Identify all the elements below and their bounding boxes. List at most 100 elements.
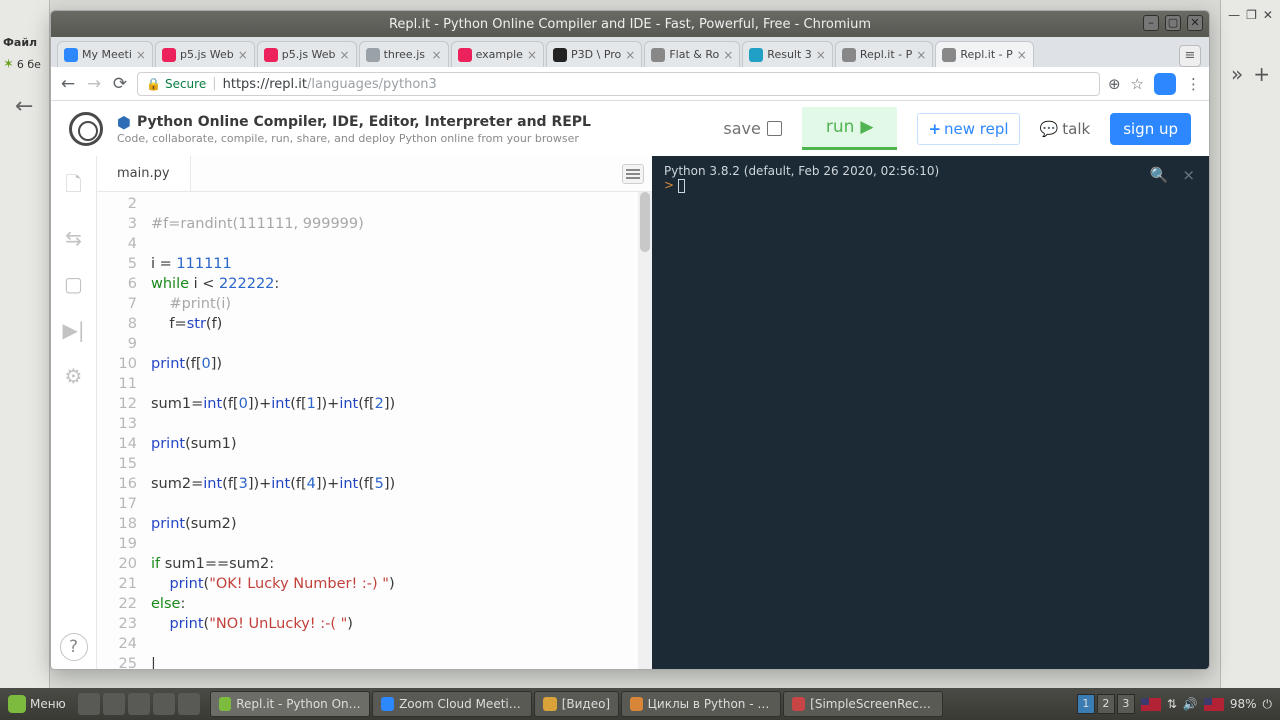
kebab-menu-icon[interactable]: ⋮ <box>1186 75 1201 93</box>
window-min-button[interactable]: – <box>1143 15 1159 31</box>
nav-back-icon[interactable]: ← <box>59 74 77 94</box>
file-tab-main[interactable]: main.py <box>97 156 191 191</box>
code-editor[interactable]: 2345678910111213141516171819202122232425… <box>97 192 652 669</box>
bg-plus-icon[interactable]: + <box>1253 62 1270 86</box>
files-icon[interactable]: 🗋 <box>65 170 81 204</box>
window-close-button[interactable]: ✕ <box>1187 15 1203 31</box>
code-line[interactable]: #f=randint(111111, 999999) <box>151 214 652 234</box>
keyboard-layout-icon[interactable] <box>1141 698 1161 711</box>
talk-link[interactable]: 💬talk <box>1040 120 1091 138</box>
volume-icon[interactable]: 🔊 <box>1183 697 1198 711</box>
code-line[interactable]: print(f[0]) <box>151 354 652 374</box>
code-line[interactable]: i = 111111 <box>151 254 652 274</box>
settings-gear-icon[interactable]: ⚙ <box>65 364 83 388</box>
tab-overflow-icon[interactable]: ≡ <box>1179 45 1201 67</box>
console-search-icon[interactable]: 🔍 <box>1150 166 1169 184</box>
browser-tab[interactable]: Flat & Ro× <box>644 41 740 67</box>
browser-tab[interactable]: My Meeti× <box>57 41 153 67</box>
browser-tab[interactable]: P3D \ Pro× <box>546 41 642 67</box>
browser-tab[interactable]: example× <box>451 41 544 67</box>
workspace-button[interactable]: 2 <box>1097 694 1115 714</box>
window-max-button[interactable]: ▢ <box>1165 15 1181 31</box>
workspace-button[interactable]: 1 <box>1077 694 1095 714</box>
browser-tab[interactable]: p5.js Web× <box>155 41 255 67</box>
browser-tab[interactable]: three.js× <box>359 41 449 67</box>
editor-scrollbar[interactable] <box>638 192 652 669</box>
bg-back-arrow-icon[interactable]: ← <box>15 94 33 119</box>
code-line[interactable]: while i < 222222: <box>151 274 652 294</box>
taskbar-task[interactable]: [Видео] <box>534 691 619 717</box>
launcher-icon[interactable] <box>103 693 125 715</box>
bg-max-icon[interactable]: ❐ <box>1246 8 1257 22</box>
tab-close-icon[interactable]: × <box>723 48 733 62</box>
nav-reload-icon[interactable]: ⟳ <box>111 74 129 94</box>
share-icon[interactable]: ⇆ <box>65 226 82 250</box>
bg-tab-item[interactable]: ✶6 бе <box>0 53 49 76</box>
save-button[interactable]: save <box>723 119 781 138</box>
tab-close-icon[interactable]: × <box>136 48 146 62</box>
launcher-icon[interactable] <box>78 693 100 715</box>
browser-tab[interactable]: Result 3× <box>742 41 833 67</box>
code-line[interactable]: #print(i) <box>151 294 652 314</box>
address-bar[interactable]: 🔒 Secure | https://repl.it/languages/pyt… <box>137 72 1100 96</box>
taskbar-task[interactable]: Repl.it - Python Onlin… <box>210 691 370 717</box>
browser-tab[interactable]: p5.js Web× <box>257 41 357 67</box>
tab-close-icon[interactable]: × <box>432 48 442 62</box>
launcher-icon[interactable] <box>153 693 175 715</box>
tab-close-icon[interactable]: × <box>340 48 350 62</box>
replit-logo-icon[interactable] <box>69 112 103 146</box>
signup-button[interactable]: sign up <box>1110 113 1191 145</box>
tab-close-icon[interactable]: × <box>527 48 537 62</box>
code-line[interactable] <box>151 234 652 254</box>
window-titlebar[interactable]: Repl.it - Python Online Compiler and IDE… <box>51 11 1209 37</box>
bg-min-icon[interactable]: — <box>1228 8 1240 22</box>
help-button[interactable]: ? <box>60 633 88 661</box>
browser-tab[interactable]: Repl.it - P× <box>835 41 933 67</box>
tab-close-icon[interactable]: × <box>1017 48 1027 62</box>
power-icon[interactable]: ⏻ <box>1263 697 1273 712</box>
code-line[interactable] <box>151 494 652 514</box>
packages-icon[interactable]: ▢ <box>64 272 83 296</box>
code-line[interactable] <box>151 194 652 214</box>
code-line[interactable]: f=str(f) <box>151 314 652 334</box>
network-icon[interactable]: ⇅ <box>1167 697 1177 711</box>
new-repl-button[interactable]: + new repl <box>917 113 1019 145</box>
browser-tab[interactable]: Repl.it - P× <box>935 41 1033 67</box>
tab-close-icon[interactable]: × <box>816 48 826 62</box>
console-clear-icon[interactable]: ⨯ <box>1182 166 1195 184</box>
extension-icon[interactable] <box>1154 73 1176 95</box>
tab-close-icon[interactable]: × <box>238 48 248 62</box>
launcher-icon[interactable] <box>128 693 150 715</box>
editor-menu-icon[interactable] <box>622 164 644 184</box>
start-menu-button[interactable]: Меню <box>0 695 74 713</box>
code-line[interactable]: print(sum1) <box>151 434 652 454</box>
code-line[interactable]: else: <box>151 594 652 614</box>
run-button[interactable]: run▶ <box>802 107 898 150</box>
taskbar-task[interactable]: [SimpleScreenRecor… <box>783 691 943 717</box>
code-line[interactable]: sum2=int(f[3])+int(f[4])+int(f[5]) <box>151 474 652 494</box>
code-line[interactable] <box>151 374 652 394</box>
bookmark-star-icon[interactable]: ☆ <box>1131 75 1144 93</box>
code-line[interactable] <box>151 454 652 474</box>
tab-close-icon[interactable]: × <box>625 48 635 62</box>
code-line[interactable]: print(sum2) <box>151 514 652 534</box>
code-line[interactable]: | <box>151 654 652 669</box>
workspace-button[interactable]: 3 <box>1117 694 1135 714</box>
bg-chevron-icon[interactable]: » <box>1231 62 1243 86</box>
code-line[interactable] <box>151 534 652 554</box>
launcher-icon[interactable] <box>178 693 200 715</box>
code-line[interactable]: if sum1==sum2: <box>151 554 652 574</box>
bg-close-icon[interactable]: ✕ <box>1263 8 1273 22</box>
debugger-icon[interactable]: ▶| <box>62 318 84 342</box>
console-pane[interactable]: 🔍 ⨯ Python 3.8.2 (default, Feb 26 2020, … <box>652 156 1209 669</box>
taskbar-task[interactable]: Zoom Cloud Meetin… <box>372 691 532 717</box>
workspace-switcher[interactable]: 123 <box>1077 694 1135 714</box>
code-line[interactable]: print("NO! UnLucky! :-( ") <box>151 614 652 634</box>
code-line[interactable] <box>151 414 652 434</box>
code-line[interactable] <box>151 334 652 354</box>
taskbar-task[interactable]: Циклы в Python - Mo… <box>621 691 781 717</box>
battery-level[interactable]: 98% <box>1230 697 1257 711</box>
zoom-icon[interactable]: ⊕ <box>1108 75 1121 93</box>
tab-close-icon[interactable]: × <box>916 48 926 62</box>
bg-menu-file[interactable]: Файл <box>0 32 49 53</box>
